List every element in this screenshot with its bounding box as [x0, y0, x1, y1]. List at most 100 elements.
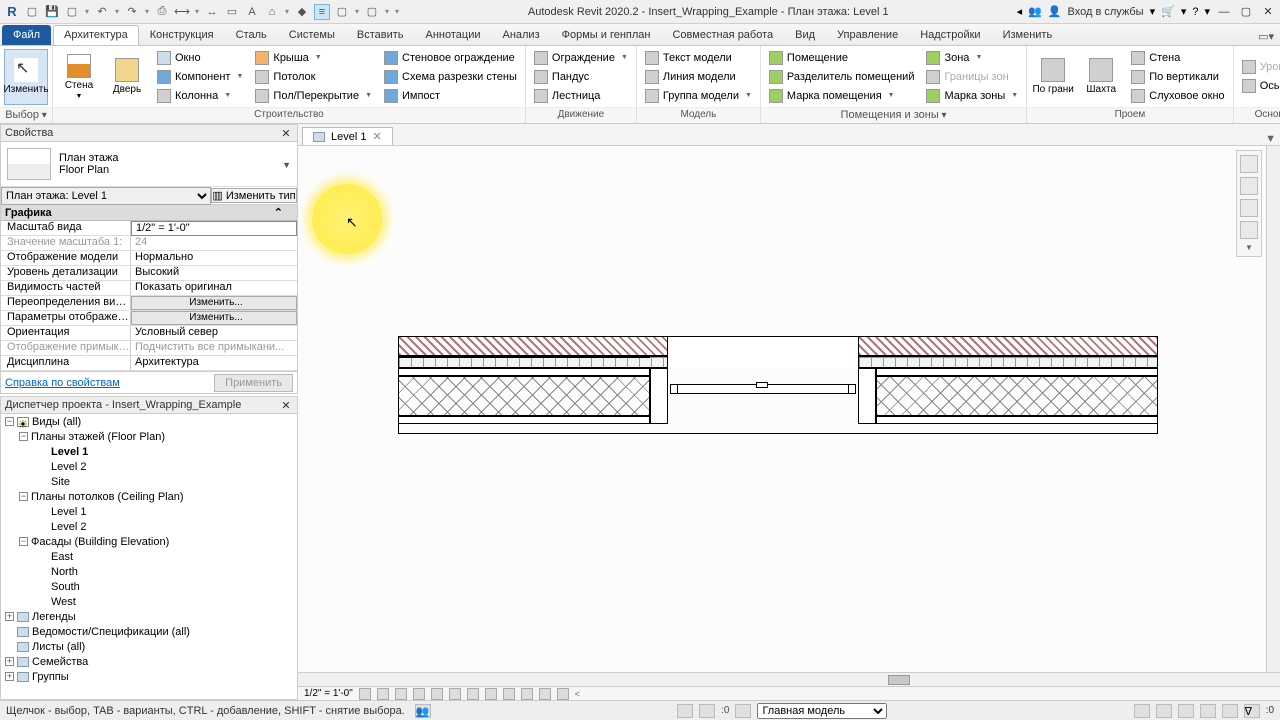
drawing-canvas[interactable]: ▼ — [298, 146, 1266, 672]
hscroll-thumb[interactable] — [888, 675, 910, 685]
maximize-button[interactable]: ▢ — [1238, 5, 1254, 19]
area-tag-button[interactable]: Марка зоны▼ — [922, 87, 1022, 105]
browser-level1[interactable]: Level 1 — [1, 444, 297, 459]
by-face-button[interactable]: По грани — [1031, 49, 1075, 105]
close-hidden-icon[interactable]: ▢ — [334, 4, 350, 20]
property-row[interactable]: Значение масштаба 1:24 — [1, 236, 297, 251]
browser-ceiling-plans[interactable]: −Планы потолков (Ceiling Plan) — [1, 489, 297, 504]
tab-insert[interactable]: Вставить — [346, 25, 415, 45]
status-icon-1[interactable] — [677, 704, 693, 718]
nav-pan-icon[interactable] — [1240, 199, 1258, 217]
tab-massing[interactable]: Формы и генплан — [551, 25, 662, 45]
constraints-icon[interactable] — [557, 688, 569, 700]
nav-home-icon[interactable] — [1240, 155, 1258, 173]
tag-icon[interactable]: ▭ — [224, 4, 240, 20]
status-link-icon[interactable] — [1156, 704, 1172, 718]
tab-annotate[interactable]: Аннотации — [415, 25, 492, 45]
status-filter-icon[interactable]: ∇ — [1244, 704, 1260, 718]
nav-zoom-icon[interactable] — [1240, 221, 1258, 239]
property-row[interactable]: ДисциплинаАрхитектура — [1, 356, 297, 371]
group-graphics-header[interactable]: Графика⌃ — [1, 205, 297, 221]
mullion-button[interactable]: Импост — [380, 87, 521, 105]
help-icon[interactable]: ? — [1192, 6, 1198, 18]
tab-modify[interactable]: Изменить — [992, 25, 1064, 45]
browser-level2[interactable]: Level 2 — [1, 459, 297, 474]
browser-ceil-2[interactable]: Level 2 — [1, 519, 297, 534]
property-row[interactable]: Видимость частейПоказать оригинал — [1, 281, 297, 296]
status-pin-icon[interactable] — [1178, 704, 1194, 718]
property-row[interactable]: ОриентацияУсловный север — [1, 326, 297, 341]
keyword-icon[interactable]: ◂ — [1017, 5, 1023, 18]
browser-west[interactable]: West — [1, 594, 297, 609]
undo-icon[interactable]: ↶ — [94, 4, 110, 20]
property-row[interactable]: Переопределения видимо...Изменить... — [1, 296, 297, 311]
browser-east[interactable]: East — [1, 549, 297, 564]
ceiling-button[interactable]: Потолок — [251, 68, 376, 86]
opening-wall-button[interactable]: Стена — [1127, 49, 1229, 67]
edit-type-button[interactable]: ▥ Изменить тип — [211, 188, 297, 203]
status-icon-3[interactable] — [735, 704, 751, 718]
model-text-button[interactable]: Текст модели — [641, 49, 756, 67]
browser-sheets[interactable]: Листы (all) — [1, 639, 297, 654]
apply-button[interactable]: Применить — [214, 374, 293, 392]
view-tab-level1[interactable]: Level 1 ✕ — [302, 127, 393, 145]
railing-button[interactable]: Ограждение▼ — [530, 49, 632, 67]
curtain-grid-button[interactable]: Схема разрезки стены — [380, 68, 521, 86]
lock3d-icon[interactable] — [485, 688, 497, 700]
browser-families[interactable]: +Семейства — [1, 654, 297, 669]
tab-analyze[interactable]: Анализ — [491, 25, 550, 45]
browser-floor-plans[interactable]: −Планы этажей (Floor Plan) — [1, 429, 297, 444]
tab-architecture[interactable]: Архитектура — [53, 25, 139, 45]
browser-site[interactable]: Site — [1, 474, 297, 489]
browser-elevations[interactable]: −Фасады (Building Elevation) — [1, 534, 297, 549]
measure-icon[interactable]: ⟷ — [174, 4, 190, 20]
curtain-system-button[interactable]: Стеновое ограждение — [380, 49, 521, 67]
browser-groups[interactable]: +Группы — [1, 669, 297, 684]
browser-views-root[interactable]: −☀Виды (all) — [1, 414, 297, 429]
section-icon[interactable]: ◆ — [294, 4, 310, 20]
crop-region-icon[interactable] — [467, 688, 479, 700]
browser-close-icon[interactable]: ✕ — [279, 399, 293, 412]
model-group-button[interactable]: Группа модели▼ — [641, 87, 756, 105]
stair-button[interactable]: Лестница — [530, 87, 632, 105]
temp-hide-icon[interactable] — [503, 688, 515, 700]
tab-systems[interactable]: Системы — [278, 25, 346, 45]
rendering-icon[interactable] — [431, 688, 443, 700]
wall-button[interactable]: Стена▼ — [57, 49, 101, 105]
signin-label[interactable]: Вход в службы — [1068, 6, 1144, 18]
save-icon[interactable]: 💾 — [44, 4, 60, 20]
horizontal-scrollbar[interactable] — [298, 672, 1280, 686]
grid-button[interactable]: Ось — [1238, 77, 1280, 95]
tab-view[interactable]: Вид — [784, 25, 826, 45]
open-icon[interactable]: ▢ — [24, 4, 40, 20]
opening-vert-button[interactable]: По вертикали — [1127, 68, 1229, 86]
area-button[interactable]: Зона▼ — [922, 49, 1022, 67]
dormer-button[interactable]: Слуховое окно — [1127, 87, 1229, 105]
status-worksets-icon[interactable]: 👥 — [415, 704, 431, 718]
view-tab-close-icon[interactable]: ✕ — [372, 130, 381, 143]
room-sep-button[interactable]: Разделитель помещений — [765, 68, 919, 86]
floor-button[interactable]: Пол/Перекрытие▼ — [251, 87, 376, 105]
roof-button[interactable]: Крыша▼ — [251, 49, 376, 67]
account-icon[interactable]: 👥 — [1028, 5, 1042, 18]
ramp-button[interactable]: Пандус — [530, 68, 632, 86]
minimize-button[interactable]: — — [1216, 5, 1232, 19]
view-scale-label[interactable]: 1/2" = 1'-0" — [304, 688, 353, 699]
sync-icon[interactable]: ▢ — [64, 4, 80, 20]
status-drag-icon[interactable] — [1222, 704, 1238, 718]
nav-wheel-icon[interactable] — [1240, 177, 1258, 195]
property-row[interactable]: Уровень детализацииВысокий — [1, 266, 297, 281]
instance-filter-select[interactable]: План этажа: Level 1 — [1, 187, 211, 205]
vertical-scrollbar[interactable] — [1266, 146, 1280, 672]
room-tag-button[interactable]: Марка помещения▼ — [765, 87, 919, 105]
window-button[interactable]: Окно — [153, 49, 247, 67]
component-button[interactable]: Компонент▼ — [153, 68, 247, 86]
tab-collab[interactable]: Совместная работа — [661, 25, 784, 45]
navigation-bar[interactable]: ▼ — [1236, 150, 1262, 257]
sun-path-icon[interactable] — [395, 688, 407, 700]
shadows-icon[interactable] — [413, 688, 425, 700]
switch-win-icon[interactable]: ▢ — [364, 4, 380, 20]
close-button[interactable]: ✕ — [1260, 5, 1276, 19]
column-button[interactable]: Колонна▼ — [153, 87, 247, 105]
type-selector[interactable]: План этажа Floor Plan ▼ — [1, 142, 297, 187]
